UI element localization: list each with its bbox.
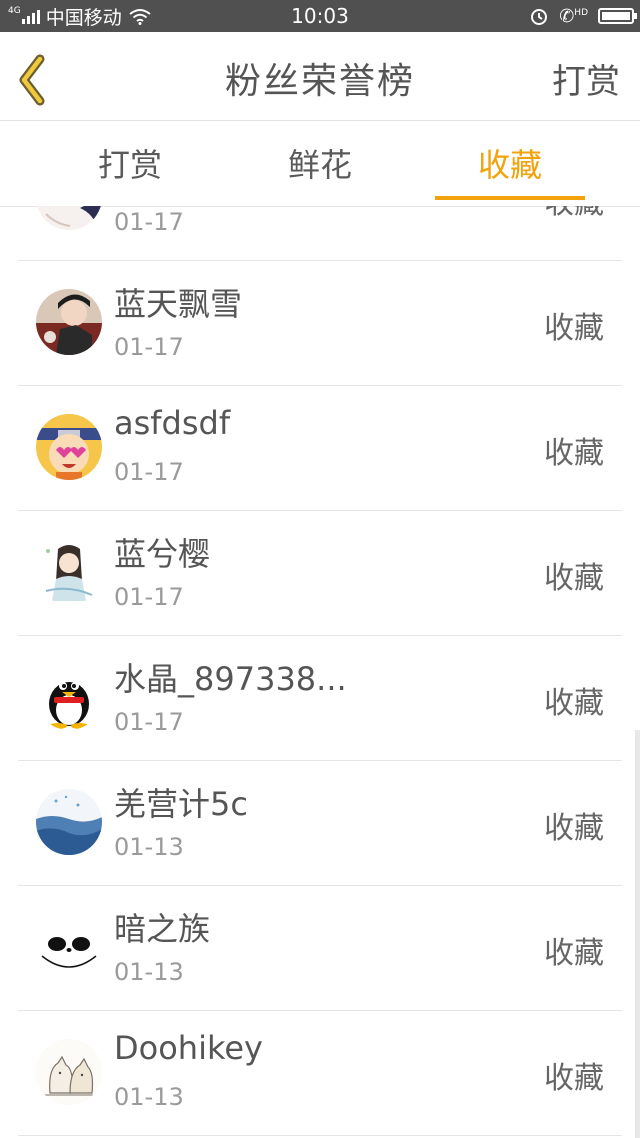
favorite-label: 收藏 (544, 811, 604, 846)
avatar (36, 289, 102, 355)
phone-hd-icon: ✆HD (559, 5, 588, 27)
avatar (36, 789, 102, 855)
tab-favorites[interactable]: 收藏 (415, 121, 605, 206)
tab-label: 打赏 (97, 146, 162, 184)
user-name: 羌营计5c (114, 785, 248, 823)
user-name: 蓝天飘雪 (114, 285, 243, 323)
fan-list[interactable]: 01-17 收藏 蓝天飘雪 01-17 收藏 asfdsdf 01-17 收藏 … (0, 206, 640, 1138)
tab-label: 收藏 (477, 146, 542, 184)
tab-flowers[interactable]: 鲜花 (225, 121, 415, 206)
user-name: 水晶_897338... (114, 660, 347, 698)
list-item[interactable]: Doohikey 01-13 收藏 (18, 1011, 622, 1136)
avatar (36, 1039, 102, 1105)
user-name: Doohikey (114, 1029, 263, 1067)
avatar (36, 914, 102, 980)
favorite-label: 收藏 (544, 936, 604, 971)
favorite-label: 收藏 (544, 311, 604, 346)
list-item[interactable]: 01-17 收藏 (18, 206, 622, 261)
list-item[interactable]: 水晶_897338... 01-17 收藏 (18, 636, 622, 761)
favorite-label: 收藏 (544, 561, 604, 596)
tab-reward[interactable]: 打赏 (35, 121, 225, 206)
date: 01-17 (114, 208, 184, 236)
user-name: asfdsdf (114, 404, 231, 442)
avatar (36, 539, 102, 605)
list-item[interactable]: 蓝兮樱 01-17 收藏 (18, 511, 622, 636)
avatar (36, 206, 102, 230)
avatar (36, 664, 102, 730)
date: 01-17 (114, 333, 184, 361)
list-item[interactable]: 羌营计5c 01-13 收藏 (18, 761, 622, 886)
status-bar: 4G 中国移动 10:03 ✆HD (0, 0, 640, 32)
date: 01-13 (114, 958, 184, 986)
favorite-label: 收藏 (544, 1061, 604, 1096)
alarm-icon (531, 9, 548, 25)
user-name: 蓝兮樱 (114, 535, 211, 573)
favorite-label: 收藏 (544, 206, 604, 222)
nav-bar: 粉丝荣誉榜 打赏 (0, 32, 640, 121)
status-right: ✆HD (529, 0, 637, 32)
page-title: 粉丝荣誉榜 (224, 61, 415, 102)
favorite-label: 收藏 (544, 686, 604, 721)
tab-bar: 打赏 鲜花 收藏 (0, 121, 640, 207)
reward-button[interactable]: 打赏 (552, 32, 620, 120)
list-item[interactable]: asfdsdf 01-17 收藏 (18, 386, 622, 511)
scrollbar[interactable] (635, 730, 640, 1138)
user-name: 暗之族 (114, 910, 211, 948)
date: 01-13 (114, 833, 184, 861)
date: 01-17 (114, 583, 184, 611)
tab-label: 鲜花 (287, 146, 352, 184)
battery-icon (598, 8, 637, 24)
date: 01-17 (114, 708, 184, 736)
date: 01-17 (114, 458, 184, 486)
list-item[interactable]: 暗之族 01-13 收藏 (18, 886, 622, 1011)
list-item[interactable]: 蓝天飘雪 01-17 收藏 (18, 261, 622, 386)
date: 01-13 (114, 1083, 184, 1111)
active-tab-indicator (435, 196, 585, 200)
avatar (36, 414, 102, 480)
hd-label: HD (574, 7, 588, 18)
favorite-label: 收藏 (544, 436, 604, 471)
